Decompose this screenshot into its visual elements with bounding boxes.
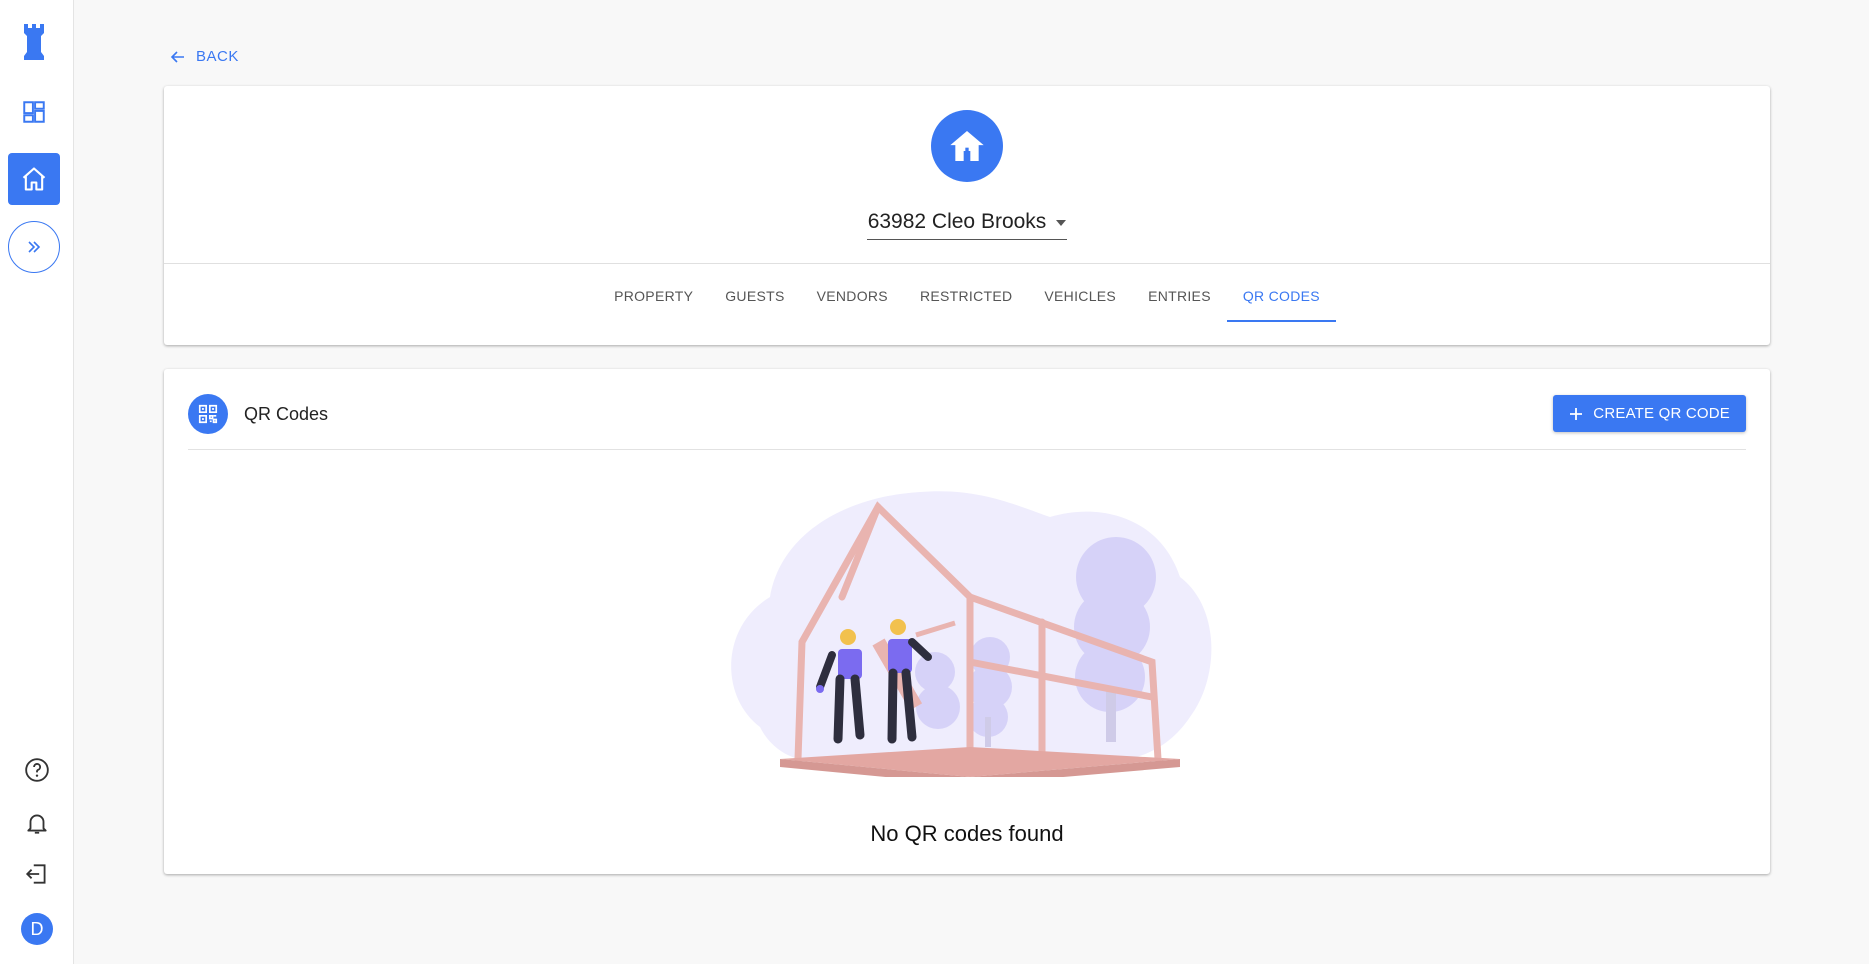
help-icon	[25, 758, 49, 782]
help-button[interactable]	[19, 752, 55, 788]
plus-icon	[1570, 407, 1583, 420]
notifications-button[interactable]	[19, 805, 55, 841]
empty-state-message: No QR codes found	[870, 821, 1064, 846]
home-icon	[22, 167, 46, 191]
property-select[interactable]: 63982 Cleo Brooks	[867, 204, 1067, 240]
tab-qr-codes[interactable]: QR CODES	[1226, 264, 1336, 328]
tab-property[interactable]: PROPERTY	[598, 264, 709, 328]
caret-down-icon	[1056, 219, 1067, 226]
property-name: 63982 Cleo Brooks	[867, 209, 1047, 233]
tab-vehicles[interactable]: VEHICLES	[1028, 264, 1132, 328]
double-chevron-right-icon	[28, 241, 41, 253]
section-title: QR Codes	[244, 403, 329, 424]
property-avatar	[931, 110, 1003, 182]
bell-icon	[27, 814, 47, 834]
sidebar: D	[0, 0, 74, 964]
avatar-initial: D	[30, 918, 44, 939]
create-qr-code-button[interactable]: CREATE QR CODE	[1553, 395, 1746, 432]
avatar[interactable]: D	[21, 913, 53, 945]
sidebar-item-home[interactable]	[8, 153, 60, 205]
house-icon	[950, 131, 984, 161]
logout-icon	[25, 864, 46, 884]
tab-guests[interactable]: GUESTS	[709, 264, 800, 328]
sidebar-expand-button[interactable]	[8, 221, 60, 273]
qr-codes-header: QR Codes	[188, 394, 328, 434]
castle-logo-icon[interactable]	[20, 22, 48, 62]
create-qr-code-label: CREATE QR CODE	[1593, 405, 1730, 422]
property-header-card: 63982 Cleo Brooks PROPERTY GUESTS VENDOR…	[164, 86, 1770, 345]
construction-illustration	[731, 491, 1212, 777]
tab-bar: PROPERTY GUESTS VENDORS RESTRICTED VEHIC…	[164, 264, 1770, 328]
qr-code-icon	[188, 394, 228, 434]
tab-restricted[interactable]: RESTRICTED	[904, 264, 1028, 328]
arrow-left-icon	[170, 50, 184, 63]
tab-vendors[interactable]: VENDORS	[801, 264, 904, 328]
sidebar-item-dashboard[interactable]	[8, 86, 60, 138]
qr-codes-card: QR Codes CREATE QR CODE No QR codes foun…	[164, 369, 1770, 874]
logout-button[interactable]	[19, 856, 55, 892]
divider	[188, 449, 1746, 450]
dashboard-icon	[23, 101, 45, 123]
tab-entries[interactable]: ENTRIES	[1132, 264, 1227, 328]
back-button[interactable]: BACK	[170, 48, 239, 65]
back-label: BACK	[196, 48, 239, 65]
